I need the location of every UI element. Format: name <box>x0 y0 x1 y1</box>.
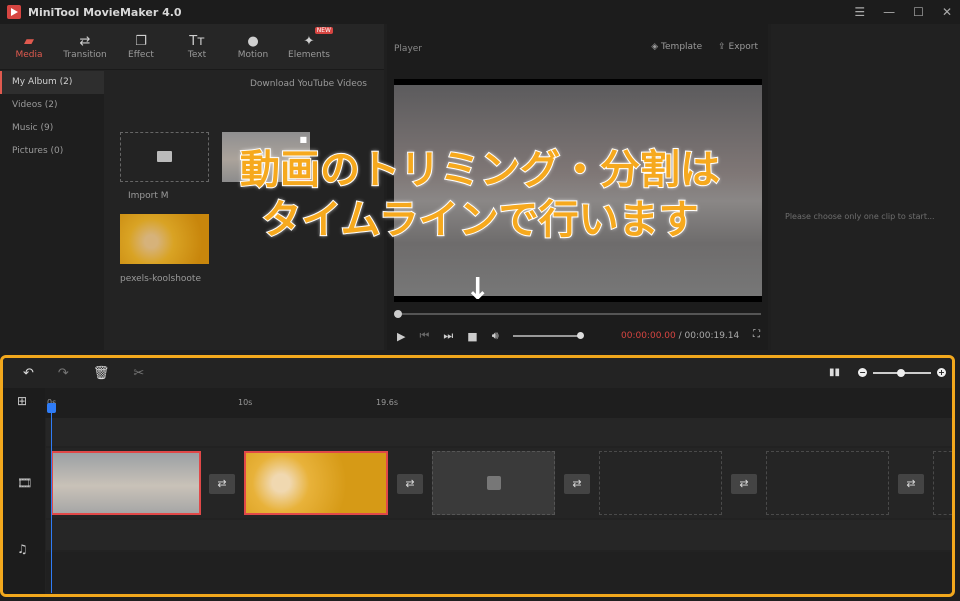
template-label: Template <box>661 42 703 52</box>
redo-icon[interactable]: ↷ <box>58 366 69 381</box>
transition-swap-icon[interactable]: ⇄ <box>898 474 924 494</box>
empty-clip-slot[interactable] <box>599 451 722 515</box>
tab-media[interactable]: ▰ Media <box>2 24 56 69</box>
seek-knob[interactable] <box>394 310 402 318</box>
tab-label: Elements <box>288 49 330 60</box>
album-item-my-album[interactable]: My Album (2) <box>0 71 104 94</box>
tab-label: Media <box>15 49 43 60</box>
folder-icon: ▰ <box>24 33 34 49</box>
playhead-handle[interactable] <box>47 403 56 413</box>
text-icon: Tт <box>189 33 205 49</box>
tab-label: Text <box>187 49 207 60</box>
download-youtube-link[interactable]: Download YouTube Videos <box>250 79 367 89</box>
transition-swap-icon[interactable]: ⇄ <box>564 474 590 494</box>
delete-icon[interactable]: 🗑︎ <box>93 366 110 381</box>
zoom-controls: ▮▮ − + <box>829 367 946 378</box>
play-button[interactable]: ▶ <box>397 330 405 343</box>
empty-clip-slot[interactable] <box>766 451 889 515</box>
timecode: 00:00:00.00 / 00:00:19.14 <box>621 331 739 341</box>
timeline-toolbar: ↶ ↷ 🗑︎ ✂ <box>3 358 952 388</box>
album-item-videos[interactable]: Videos (2) <box>0 94 104 117</box>
split-icon[interactable]: ✂ <box>133 366 144 381</box>
extra-track <box>46 552 952 592</box>
close-button[interactable]: ✕ <box>942 5 952 19</box>
video-camera-icon: ■ <box>299 135 307 144</box>
down-arrow-icon: ↓ <box>465 272 491 307</box>
caption-line-1: 動画のトリミング・分割は <box>239 146 721 194</box>
zoom-in-icon[interactable]: + <box>937 368 946 377</box>
zoom-knob[interactable] <box>897 368 905 377</box>
export-icon: ⇪ <box>718 42 729 52</box>
clip-beach[interactable] <box>51 451 201 515</box>
minimize-button[interactable]: — <box>883 5 895 19</box>
tab-text[interactable]: Tт Text <box>170 24 224 69</box>
transition-swap-icon[interactable]: ⇄ <box>209 474 235 494</box>
export-label: Export <box>728 42 758 52</box>
tab-bar: ▰ Media ⇄ Transition ❐ Effect Tт Text ● … <box>0 24 384 70</box>
tick-label: 19.6s <box>376 398 398 407</box>
add-track-icon[interactable]: ⊞ <box>17 394 27 408</box>
thumbnail-name: pexels-koolshoote <box>120 274 201 284</box>
layers-icon: ◈ <box>651 42 662 52</box>
template-button[interactable]: ◈ Template <box>651 42 702 52</box>
player-label: Player <box>394 44 423 54</box>
app-title: MiniTool MovieMaker 4.0 <box>28 5 182 19</box>
empty-clip-slot[interactable] <box>933 451 952 515</box>
zoom-out-icon[interactable]: − <box>858 368 867 377</box>
volume-icon[interactable]: 🔊︎ <box>492 329 499 343</box>
annotation-caption: 動画のトリミング・分割は タイムラインで行います <box>0 145 960 245</box>
tab-label: Effect <box>128 49 154 60</box>
video-track-icon: 🎞︎ <box>17 476 33 490</box>
motion-icon: ● <box>247 33 259 49</box>
album-item-music[interactable]: Music (9) <box>0 117 104 140</box>
seek-bar[interactable] <box>394 310 761 318</box>
tick-label: 10s <box>238 398 253 407</box>
timeline-panel: ↶ ↷ 🗑︎ ✂ ▮▮ − + 0s 10s 19.6s ⊞ 🎞︎ ♫ ⇄ ⇄ … <box>0 355 955 597</box>
tab-effect[interactable]: ❐ Effect <box>114 24 168 69</box>
current-time: 00:00:00.00 <box>621 331 676 341</box>
title-bar: MiniTool MovieMaker 4.0 ☰ — ☐ ✕ <box>0 0 960 24</box>
empty-track <box>46 418 952 446</box>
caption-line-2: タイムラインで行います <box>260 196 699 244</box>
tab-motion[interactable]: ● Motion <box>226 24 280 69</box>
maximize-button[interactable]: ☐ <box>913 5 924 19</box>
prev-frame-button[interactable]: ⏮ <box>419 329 429 343</box>
next-frame-button[interactable]: ⏭ <box>443 329 453 343</box>
tab-elements[interactable]: NEW ✦ Elements <box>282 24 336 69</box>
fullscreen-icon[interactable]: ⛶ <box>753 329 760 340</box>
undo-icon[interactable]: ↶ <box>23 366 34 381</box>
clip-cat[interactable] <box>244 451 388 515</box>
zoom-fit-icon[interactable]: ▮▮ <box>829 367 840 378</box>
menu-icon[interactable]: ☰ <box>854 5 865 19</box>
music-track-icon: ♫ <box>17 542 28 556</box>
track-headers: ⊞ 🎞︎ ♫ <box>3 388 45 594</box>
video-track: ⇄ ⇄ ⇄ ⇄ ⇄ <box>46 448 952 518</box>
volume-knob[interactable] <box>576 332 584 339</box>
drop-icon <box>487 476 501 490</box>
time-ruler[interactable]: 0s 10s 19.6s <box>3 388 952 418</box>
empty-clip-slot[interactable] <box>432 451 555 515</box>
total-time: / 00:00:19.14 <box>678 331 740 341</box>
stop-button[interactable]: ■ <box>467 330 477 343</box>
transition-swap-icon[interactable]: ⇄ <box>731 474 757 494</box>
tracks: ⇄ ⇄ ⇄ ⇄ ⇄ <box>46 418 952 594</box>
tab-label: Motion <box>237 49 269 60</box>
tab-label: Transition <box>63 49 107 60</box>
zoom-slider[interactable] <box>873 368 931 377</box>
tab-transition[interactable]: ⇄ Transition <box>58 24 112 69</box>
music-track <box>46 520 952 550</box>
new-badge: NEW <box>314 27 333 34</box>
export-button[interactable]: ⇪ Export <box>718 42 758 52</box>
transition-icon: ⇄ <box>79 33 91 49</box>
effect-icon: ❐ <box>135 33 147 49</box>
elements-icon: ✦ <box>303 33 315 49</box>
transition-swap-icon[interactable]: ⇄ <box>397 474 423 494</box>
playhead[interactable] <box>51 403 52 593</box>
volume-slider[interactable] <box>512 332 584 339</box>
app-logo-icon <box>7 5 21 19</box>
